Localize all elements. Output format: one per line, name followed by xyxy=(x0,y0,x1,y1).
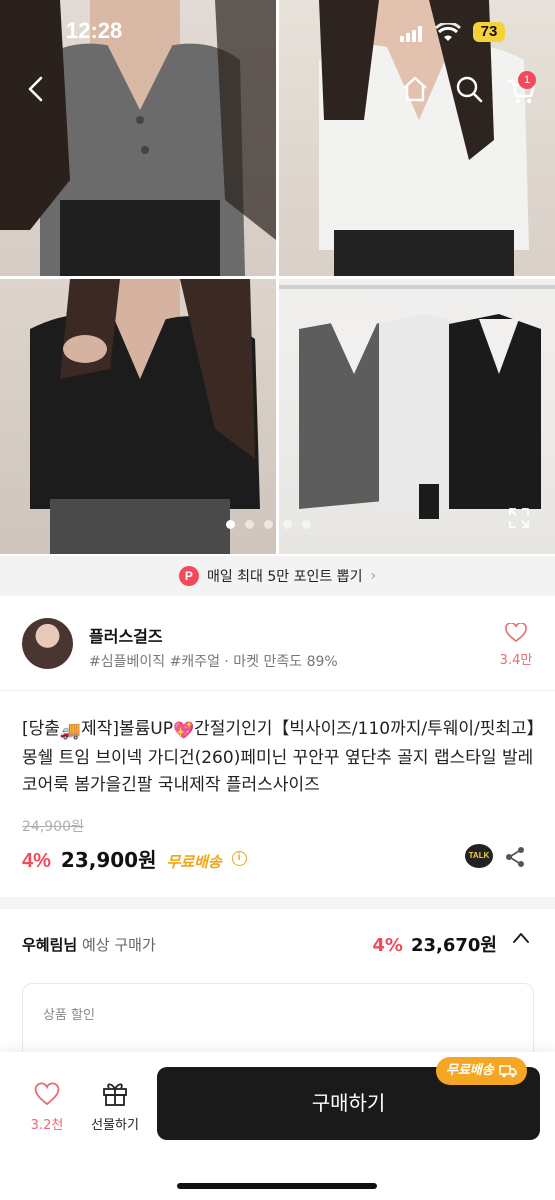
truck-icon xyxy=(499,1065,517,1078)
expected-price-label: 우혜림님 예상 구매가 xyxy=(22,934,156,955)
seller-like-button[interactable]: 3.4만 xyxy=(494,622,538,668)
title-text: [당출 xyxy=(22,719,60,739)
pagination-dot[interactable] xyxy=(245,520,254,529)
wish-button[interactable]: 3.2천 xyxy=(24,1082,70,1133)
free-shipping-tag-text: 무료배송 xyxy=(446,1063,494,1078)
truck-emoji: 🚚 xyxy=(59,721,82,741)
gift-icon xyxy=(103,1083,127,1106)
expected-price-value: 4% 23,670원 xyxy=(372,931,497,957)
expand-icon[interactable] xyxy=(507,506,531,530)
discount-rate: 4% xyxy=(22,850,51,872)
pagination-dot[interactable] xyxy=(283,520,292,529)
heart-icon xyxy=(34,1082,60,1106)
battery-indicator: 73 xyxy=(473,22,505,42)
back-icon[interactable] xyxy=(20,72,54,106)
seller-avatar[interactable] xyxy=(22,618,73,669)
gift-label: 선물하기 xyxy=(91,1118,139,1133)
wish-count: 3.2천 xyxy=(30,1118,64,1133)
user-name: 우혜림님 xyxy=(22,936,78,954)
point-event-banner[interactable]: P 매일 최대 5만 포인트 뽑기 › xyxy=(0,556,555,596)
free-shipping-label: 무료배송 xyxy=(166,853,222,871)
product-title: [당출🚚제작]볼륨UP💖간절기인기【빅사이즈/110까지/투웨이/핏최고】몽쉘 … xyxy=(22,716,537,799)
info-icon[interactable]: i xyxy=(231,851,247,866)
point-banner-text: 매일 최대 5만 포인트 뽑기 xyxy=(206,569,363,585)
share-icon[interactable] xyxy=(503,845,527,869)
seller-name[interactable]: 플러스걸즈 xyxy=(89,623,163,647)
wifi-icon xyxy=(435,23,461,41)
original-price: 24,900원 xyxy=(22,819,84,835)
expected-price-row[interactable]: 우혜림님 예상 구매가 4% 23,670원 xyxy=(0,909,555,979)
cart-badge: 1 xyxy=(518,71,536,89)
seller-info[interactable]: 플러스걸즈 #심플베이직 #캐주얼 · 마켓 만족도 89% 3.4만 xyxy=(0,597,555,691)
status-time: 12:28 xyxy=(66,18,123,43)
heart-emoji: 💖 xyxy=(172,721,195,741)
kakao-talk-button[interactable]: TALK xyxy=(465,844,493,868)
home-icon[interactable] xyxy=(398,72,432,106)
section-divider xyxy=(0,897,555,909)
expected-label-text: 예상 구매가 xyxy=(77,936,156,954)
expected-discount-rate: 4% xyxy=(372,935,403,956)
expected-price: 23,670원 xyxy=(410,935,497,956)
gallery-pagination xyxy=(226,520,311,529)
pagination-dot[interactable] xyxy=(226,520,235,529)
free-shipping-tag: 무료배송 xyxy=(436,1057,527,1085)
pagination-dot[interactable] xyxy=(302,520,311,529)
chevron-up-icon[interactable] xyxy=(511,928,531,948)
status-bar: 12:28 73 xyxy=(0,0,555,62)
chevron-right-icon: › xyxy=(370,568,377,584)
product-image-gallery[interactable]: 12:28 73 1 xyxy=(0,0,555,554)
product-discount-label: 상품 할인 xyxy=(43,1008,95,1023)
seller-tags: #심플베이직 #캐주얼 · 마켓 만족도 89% xyxy=(89,654,338,670)
pagination-dot[interactable] xyxy=(264,520,273,529)
search-icon[interactable] xyxy=(452,72,486,106)
seller-like-count: 3.4만 xyxy=(499,653,533,668)
bottom-action-bar: 3.2천 선물하기 구매하기 무료배송 xyxy=(0,1052,555,1200)
price-row: 4% 23,900원 무료배송 i xyxy=(22,844,247,873)
cellular-signal-icon xyxy=(400,26,422,42)
gift-button[interactable]: 선물하기 xyxy=(84,1080,146,1133)
point-icon: P xyxy=(178,566,199,586)
heart-icon xyxy=(505,622,527,643)
sale-price: 23,900원 xyxy=(60,848,157,872)
product-photo-black xyxy=(0,279,276,554)
home-indicator xyxy=(177,1183,377,1189)
title-text: 제작]볼륨UP xyxy=(81,719,173,739)
